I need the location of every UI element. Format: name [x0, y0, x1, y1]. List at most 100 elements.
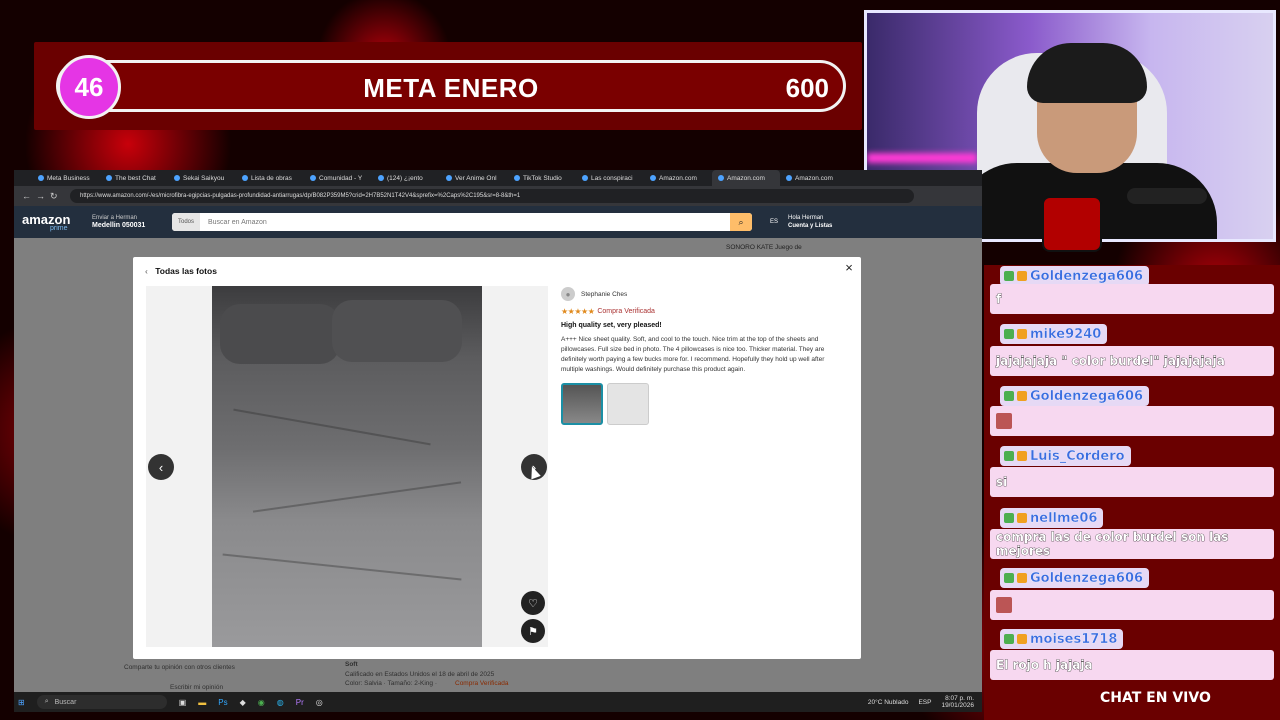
- chat-message: si: [990, 467, 1274, 497]
- browser-tab[interactable]: The best Chat: [100, 170, 168, 186]
- thumbnail-selected[interactable]: [561, 383, 603, 425]
- browser-tab[interactable]: Comunidad - Y: [304, 170, 372, 186]
- chat-message-text: compra las de color burdel son las mejor…: [996, 530, 1229, 559]
- account-menu[interactable]: Hola Herman Cuenta y Listas: [788, 214, 832, 230]
- chat-username[interactable]: Luis_Cordero: [1000, 446, 1131, 466]
- weather[interactable]: 20°C Nublado: [868, 699, 909, 706]
- badge-icon: [1017, 513, 1027, 523]
- photoshop-icon[interactable]: Ps: [218, 698, 227, 707]
- browser-tab[interactable]: Amazon.com: [644, 170, 712, 186]
- chat-message: jajajajaja " color burdel" jajajajaja: [990, 346, 1274, 376]
- browser-tab[interactable]: Amazon.com: [712, 170, 780, 186]
- tab-favicon-icon: [446, 175, 452, 181]
- username-text: moises1718: [1030, 631, 1118, 647]
- chat-footer: CHAT EN VIVO: [1100, 690, 1211, 706]
- reviewer-name: Stephanie Ches: [581, 290, 628, 298]
- url-bar[interactable]: https://www.amazon.com/-/es/microfibra-e…: [70, 189, 914, 203]
- heart-icon[interactable]: ♡: [521, 591, 545, 615]
- explorer-icon[interactable]: ▬: [198, 698, 206, 707]
- edge-icon[interactable]: ◍: [277, 698, 284, 707]
- browser-tab[interactable]: TikTok Studio: [508, 170, 576, 186]
- username-text: Goldenzega606: [1030, 388, 1144, 404]
- streamer-hair: [1027, 43, 1147, 103]
- tab-label: Amazon.com: [727, 174, 765, 182]
- chrome-icon[interactable]: ◉: [258, 698, 265, 707]
- tab-label: Sekai Saikyou: [183, 174, 225, 182]
- chat-message-text: jajajajaja " color burdel" jajajajaja: [996, 354, 1225, 369]
- tab-favicon-icon: [242, 175, 248, 181]
- badge-icon: [1004, 391, 1014, 401]
- photo-fold: [233, 408, 431, 446]
- chat-message-text: f: [996, 292, 1002, 307]
- browser-tab[interactable]: (124) ¿¡ento: [372, 170, 440, 186]
- premiere-icon[interactable]: Pr: [296, 698, 304, 707]
- browser-tab[interactable]: Meta Business: [32, 170, 100, 186]
- photo-pillow: [332, 300, 462, 362]
- thumbnail[interactable]: [607, 383, 649, 425]
- photo-pillow: [220, 304, 340, 364]
- chat-message: [990, 590, 1274, 620]
- write-review-button[interactable]: Escribir mi opinión: [170, 684, 223, 691]
- tab-label: Las conspiraci: [591, 174, 633, 182]
- chat-username[interactable]: Goldenzega606: [1000, 266, 1150, 286]
- review-panel: ● Stephanie Ches ★★★★★ Compra Verificada…: [561, 287, 841, 425]
- chat-message: f: [990, 284, 1274, 314]
- chat-username[interactable]: Goldenzega606: [1000, 386, 1150, 406]
- chat-message-text: si: [996, 475, 1008, 490]
- flag-icon[interactable]: ⚑: [521, 619, 545, 643]
- browser-tab[interactable]: Sekai Saikyou: [168, 170, 236, 186]
- amazon-search: Todos Buscar en Amazon ⌕: [172, 213, 752, 231]
- tab-label: (124) ¿¡ento: [387, 174, 423, 182]
- deliver-to[interactable]: Enviar a Herman Medellin 050031: [92, 214, 172, 230]
- badge-icon: [1004, 451, 1014, 461]
- app-icon[interactable]: ◆: [240, 698, 246, 707]
- chat-message: El rojo h jajaja: [990, 650, 1274, 680]
- taskbar-search[interactable]: ⌕ Buscar: [36, 695, 167, 709]
- chat-username[interactable]: mike9240: [1000, 324, 1108, 344]
- language-selector[interactable]: ES: [770, 218, 778, 226]
- emote-icon: [996, 413, 1012, 429]
- tab-favicon-icon: [38, 175, 44, 181]
- browser-tab[interactable]: Lista de obras: [236, 170, 304, 186]
- chat-username[interactable]: Goldenzega606: [1000, 568, 1150, 588]
- browser-tab[interactable]: Las conspiraci: [576, 170, 644, 186]
- photo-thumbnails: [561, 383, 841, 425]
- badge-icon: [1004, 271, 1014, 281]
- chevron-left-icon: ‹: [145, 266, 148, 276]
- chat-username[interactable]: moises1718: [1000, 629, 1124, 649]
- tab-favicon-icon: [582, 175, 588, 181]
- side-ad-text[interactable]: SONORO KATE Juego de: [726, 244, 802, 251]
- username-text: mike9240: [1030, 326, 1102, 342]
- bg-review-variant: Color: Salvia · Tamaño: 2-King ·: [345, 680, 438, 687]
- browser-tab[interactable]: Ver Anime Onl: [440, 170, 508, 186]
- back-icon[interactable]: ←: [22, 191, 36, 201]
- badge-icon: [1004, 329, 1014, 339]
- obs-icon[interactable]: ◎: [316, 698, 323, 707]
- verified-badge: Compra Verificada: [597, 308, 655, 315]
- amazon-logo[interactable]: amazon prime: [22, 212, 92, 232]
- search-input[interactable]: Buscar en Amazon: [200, 219, 730, 226]
- taskbar-search-label: Buscar: [54, 698, 77, 706]
- forward-icon[interactable]: →: [36, 191, 50, 201]
- prev-photo-button[interactable]: ‹: [148, 454, 174, 480]
- tab-favicon-icon: [514, 175, 520, 181]
- search-category-select[interactable]: Todos: [172, 213, 200, 231]
- badge-icon: [1004, 573, 1014, 583]
- windows-start-icon[interactable]: ⊞: [18, 698, 25, 707]
- search-icon[interactable]: ⌕: [730, 213, 752, 231]
- reload-icon[interactable]: ↻: [50, 191, 64, 202]
- tab-label: Ver Anime Onl: [455, 174, 497, 182]
- username-text: Goldenzega606: [1030, 570, 1144, 586]
- tray-lang[interactable]: ESP: [918, 699, 931, 706]
- tab-label: Meta Business: [47, 174, 90, 182]
- goal-title: META ENERO: [363, 73, 539, 103]
- all-photos-link[interactable]: Todas las fotos: [155, 266, 217, 276]
- task-view-icon[interactable]: ▣: [179, 698, 187, 707]
- close-icon[interactable]: ×: [841, 260, 857, 276]
- chat-username[interactable]: nellme06: [1000, 508, 1104, 528]
- tab-label: Amazon.com: [795, 174, 833, 182]
- browser-tab[interactable]: Amazon.com: [780, 170, 848, 186]
- clock[interactable]: 8:07 p. m. 19/01/2026: [941, 695, 974, 709]
- system-tray: 20°C Nublado ESP 8:07 p. m. 19/01/2026: [868, 695, 974, 709]
- modal-header[interactable]: ‹ Todas las fotos: [145, 266, 217, 276]
